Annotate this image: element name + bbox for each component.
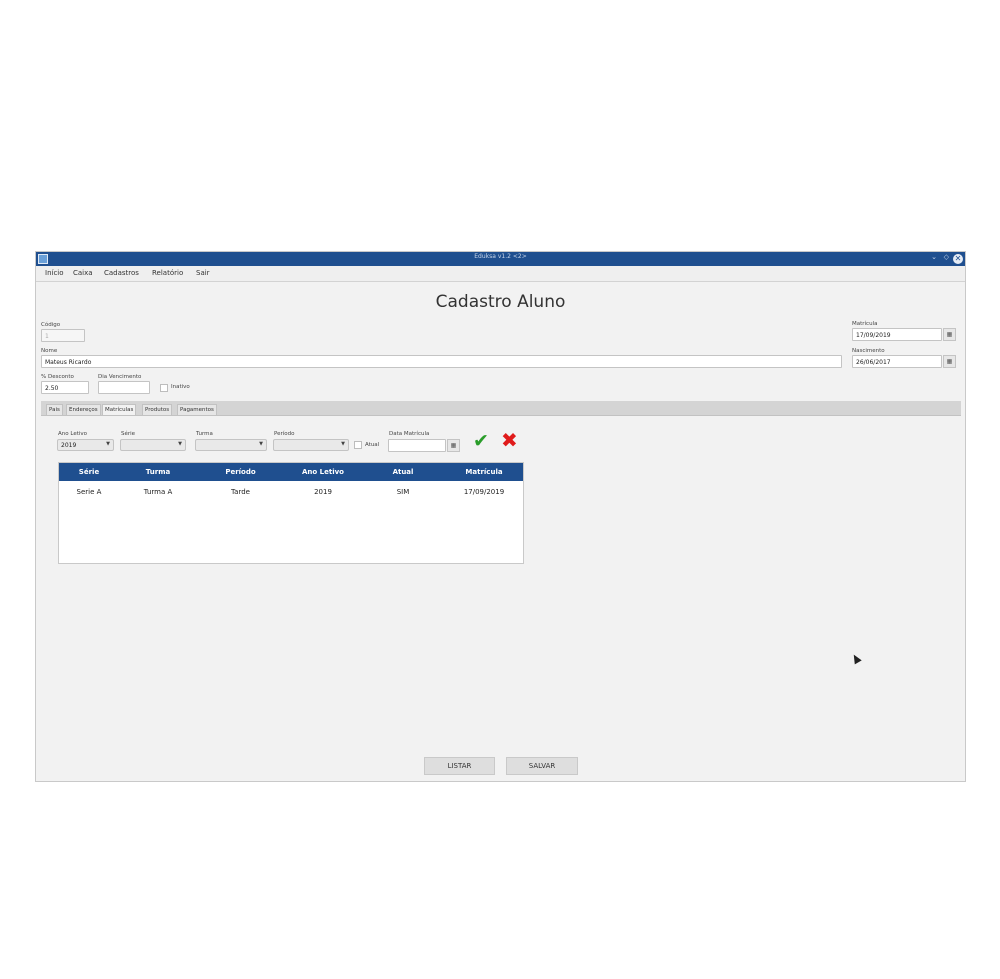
table-header: Série Turma Período Ano Letivo Atual Mat…: [59, 463, 523, 481]
nascimento-date-field[interactable]: 26/06/2017: [852, 355, 942, 368]
codigo-field: 1: [41, 329, 85, 342]
table-cell: 2019: [314, 488, 332, 496]
serie-label: Série: [121, 431, 136, 437]
matriculas-table: Série Turma Período Ano Letivo Atual Mat…: [58, 462, 524, 564]
table-cell: Turma A: [143, 488, 173, 496]
periodo-label: Período: [274, 431, 295, 437]
codigo-label: Código: [41, 322, 61, 328]
menu-relatorio[interactable]: Relatório: [152, 269, 183, 277]
column-header[interactable]: Atual: [362, 468, 444, 476]
serie-select[interactable]: ▼: [120, 439, 186, 451]
nome-field[interactable]: Mateus Ricardo: [41, 355, 842, 368]
calendar-icon[interactable]: ▦: [447, 439, 460, 452]
app-window: Eduksa v1.2 <2> ⌄ ◇ ✕ Início Caixa Cadas…: [35, 251, 966, 782]
turma-label: Turma: [196, 431, 213, 437]
menu-caixa[interactable]: Caixa: [73, 269, 93, 277]
menu-sair[interactable]: Sair: [196, 269, 210, 277]
atual-label: Atual: [365, 442, 380, 448]
desconto-field[interactable]: 2.50: [41, 381, 89, 394]
turma-select[interactable]: ▼: [195, 439, 267, 451]
calendar-icon[interactable]: ▦: [943, 355, 956, 368]
inativo-label: Inativo: [171, 384, 190, 390]
restore-icon[interactable]: ◇: [944, 253, 949, 261]
dia-vencimento-label: Dia Vencimento: [98, 374, 142, 380]
inativo-checkbox[interactable]: [160, 384, 168, 392]
menu-inicio[interactable]: Início: [45, 269, 64, 277]
x-icon[interactable]: ✖: [501, 430, 518, 450]
chevron-down-icon: ▼: [106, 441, 110, 447]
nome-label: Nome: [41, 348, 58, 354]
calendar-icon[interactable]: ▦: [943, 328, 956, 341]
minimize-icon[interactable]: ⌄: [931, 253, 937, 261]
table-cell: Tarde: [231, 488, 250, 496]
table-cell: Serie A: [76, 488, 102, 496]
chevron-down-icon: ▼: [259, 441, 263, 447]
chevron-down-icon: ▼: [341, 441, 345, 447]
close-icon[interactable]: ✕: [953, 254, 963, 264]
page-title: Cadastro Aluno: [435, 292, 566, 312]
ano-letivo-label: Ano Letivo: [58, 431, 88, 437]
column-header[interactable]: Ano Letivo: [284, 468, 362, 476]
dia-vencimento-field[interactable]: [98, 381, 150, 394]
matricula-label: Matrícula: [852, 321, 878, 327]
tab-strip: Pais Endereços Matrículas Produtos Pagam…: [41, 401, 961, 416]
column-header[interactable]: Período: [197, 468, 284, 476]
salvar-button[interactable]: SALVAR: [506, 757, 578, 775]
checkmark-icon[interactable]: ✔: [473, 432, 489, 451]
ano-letivo-select[interactable]: 2019 ▼: [57, 439, 114, 451]
listar-button[interactable]: LISTAR: [424, 757, 495, 775]
menu-bar: Início Caixa Cadastros Relatório Sair: [36, 266, 965, 282]
desconto-label: % Desconto: [41, 374, 74, 380]
tab-pais[interactable]: Pais: [46, 404, 63, 415]
column-header[interactable]: Matrícula: [444, 468, 524, 476]
chevron-down-icon: ▼: [178, 441, 182, 447]
tab-matriculas[interactable]: Matrículas: [102, 404, 137, 415]
window-title: Eduksa v1.2 <2>: [474, 253, 527, 260]
ano-letivo-value: 2019: [61, 442, 77, 449]
title-bar: Eduksa v1.2 <2> ⌄ ◇ ✕: [36, 252, 965, 266]
data-matricula-field[interactable]: [388, 439, 446, 452]
column-header[interactable]: Série: [59, 468, 119, 476]
menu-cadastros[interactable]: Cadastros: [104, 269, 139, 277]
nascimento-label: Nascimento: [852, 348, 885, 354]
matricula-date-field[interactable]: 17/09/2019: [852, 328, 942, 341]
table-cell: 17/09/2019: [463, 488, 505, 496]
tab-enderecos[interactable]: Endereços: [66, 404, 101, 415]
tab-pagamentos[interactable]: Pagamentos: [177, 404, 217, 415]
atual-checkbox[interactable]: [354, 441, 362, 449]
data-matricula-label: Data Matrícula: [389, 431, 430, 437]
table-cell: SIM: [396, 488, 410, 496]
column-header[interactable]: Turma: [119, 468, 197, 476]
periodo-select[interactable]: ▼: [273, 439, 349, 451]
tab-produtos[interactable]: Produtos: [142, 404, 173, 415]
